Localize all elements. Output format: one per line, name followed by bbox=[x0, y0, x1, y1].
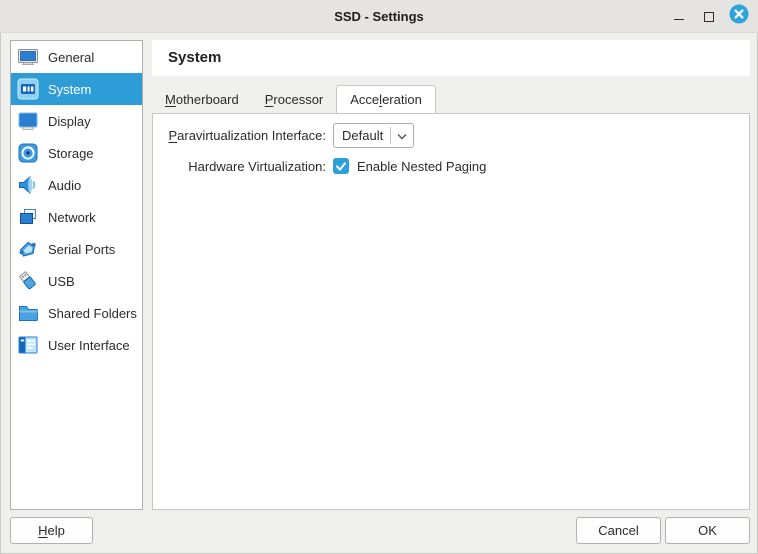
sidebar-item-storage[interactable]: Storage bbox=[11, 137, 142, 169]
sidebar-item-label: User Interface bbox=[48, 338, 130, 353]
paravirtualization-selected-value: Default bbox=[342, 128, 390, 143]
page-title-band: System bbox=[152, 40, 750, 76]
settings-window: SSD - Settings General System bbox=[0, 0, 758, 554]
close-button[interactable] bbox=[728, 6, 750, 28]
sidebar-item-label: Network bbox=[48, 210, 96, 225]
storage-icon bbox=[17, 142, 39, 164]
help-button[interactable]: Help bbox=[10, 517, 93, 544]
sidebar-item-shared-folders[interactable]: Shared Folders bbox=[11, 297, 142, 329]
close-icon bbox=[729, 4, 749, 29]
sidebar-item-label: Audio bbox=[48, 178, 81, 193]
sidebar-item-user-interface[interactable]: User Interface bbox=[11, 329, 142, 361]
paravirtualization-row: Paravirtualization Interface: Default bbox=[153, 123, 414, 148]
acceleration-panel: Paravirtualization Interface: Default Ha… bbox=[152, 113, 750, 510]
shared-folders-icon bbox=[17, 302, 39, 324]
sidebar-item-label: System bbox=[48, 82, 91, 97]
chevron-down-icon bbox=[397, 127, 407, 145]
window-controls bbox=[668, 0, 750, 33]
page-title: System bbox=[152, 40, 750, 76]
usb-icon bbox=[17, 270, 39, 292]
tab-processor[interactable]: Processor bbox=[252, 87, 337, 113]
tab-acceleration[interactable]: Acceleration bbox=[336, 85, 436, 113]
sidebar-item-audio[interactable]: Audio bbox=[11, 169, 142, 201]
ok-button[interactable]: OK bbox=[665, 517, 750, 544]
minimize-button[interactable] bbox=[668, 6, 690, 28]
sidebar-item-label: Serial Ports bbox=[48, 242, 115, 257]
display-icon bbox=[17, 110, 39, 132]
window-title: SSD - Settings bbox=[0, 0, 758, 33]
sidebar-item-label: Shared Folders bbox=[48, 306, 137, 321]
nested-paging-checkbox-row[interactable]: Enable Nested Paging bbox=[333, 158, 486, 174]
paravirtualization-select[interactable]: Default bbox=[333, 123, 414, 148]
serial-ports-icon bbox=[17, 238, 39, 260]
sidebar-item-network[interactable]: Network bbox=[11, 201, 142, 233]
network-icon bbox=[17, 206, 39, 228]
sidebar-item-label: Storage bbox=[48, 146, 94, 161]
titlebar[interactable]: SSD - Settings bbox=[0, 0, 758, 33]
nested-paging-label: Enable Nested Paging bbox=[357, 159, 486, 174]
sidebar-item-label: USB bbox=[48, 274, 75, 289]
tab-bar: Motherboard Processor Acceleration bbox=[152, 86, 436, 113]
sidebar-item-label: Display bbox=[48, 114, 91, 129]
hardware-virtualization-label: Hardware Virtualization: bbox=[153, 159, 326, 174]
audio-icon bbox=[17, 174, 39, 196]
sidebar-item-usb[interactable]: USB bbox=[11, 265, 142, 297]
cancel-button[interactable]: Cancel bbox=[576, 517, 661, 544]
settings-category-list: General System Display Storage Audio bbox=[10, 40, 143, 510]
general-icon bbox=[17, 46, 39, 68]
sidebar-item-system[interactable]: System bbox=[11, 73, 142, 105]
tab-motherboard[interactable]: Motherboard bbox=[152, 87, 252, 113]
sidebar-item-serial-ports[interactable]: Serial Ports bbox=[11, 233, 142, 265]
maximize-icon bbox=[704, 12, 714, 22]
hardware-virtualization-row: Hardware Virtualization: Enable Nested P… bbox=[153, 158, 486, 174]
paravirtualization-label: Paravirtualization Interface: bbox=[153, 128, 326, 143]
sidebar-item-label: General bbox=[48, 50, 94, 65]
checkbox-checked-icon[interactable] bbox=[333, 158, 349, 174]
maximize-button[interactable] bbox=[698, 6, 720, 28]
system-icon bbox=[17, 78, 39, 100]
user-interface-icon bbox=[17, 334, 39, 356]
sidebar-item-general[interactable]: General bbox=[11, 41, 142, 73]
sidebar-item-display[interactable]: Display bbox=[11, 105, 142, 137]
minimize-icon bbox=[674, 19, 684, 20]
